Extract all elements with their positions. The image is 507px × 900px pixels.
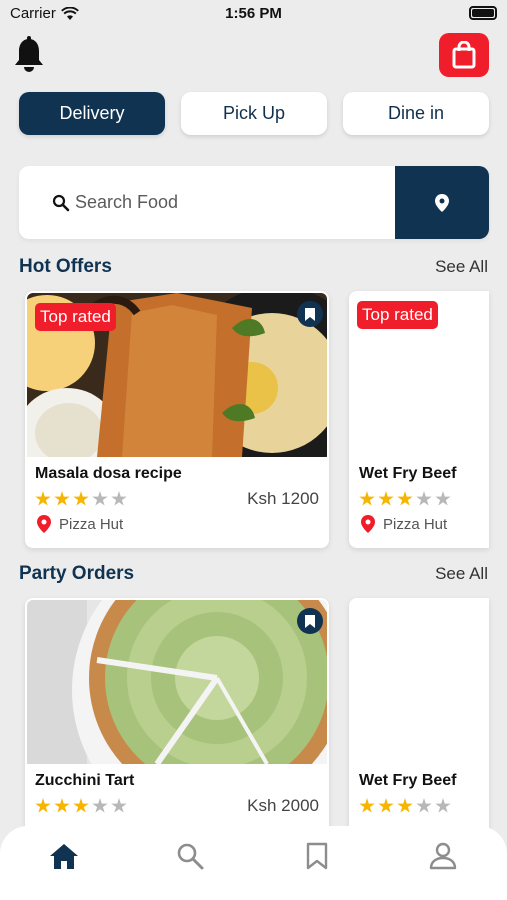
cart-button[interactable] [439,33,489,77]
star-icon [416,798,432,813]
star-icon [92,798,108,813]
bell-icon[interactable] [12,36,46,74]
star-icon [111,491,127,506]
tab-saved[interactable] [297,836,337,876]
tab-home[interactable] [44,836,84,876]
status-bar: Carrier 1:56 PM [0,0,507,28]
search-icon [52,194,70,212]
mode-pickup-button[interactable]: Pick Up [181,92,327,135]
order-mode-selector: Delivery Pick Up Dine in [19,92,489,135]
status-time: 1:56 PM [225,5,282,22]
party-orders-see-all-link[interactable]: See All [435,564,488,584]
battery-icon [469,6,497,20]
star-icon [73,798,89,813]
bottom-tab-bar [0,826,507,900]
location-pin-icon [37,515,51,533]
location-button[interactable] [395,166,489,239]
star-icon [35,798,51,813]
food-card[interactable]: Top rated Wet Fry Beef Pizza Hut [349,291,489,548]
food-name: Wet Fry Beef [359,465,457,482]
restaurant-name: Pizza Hut [383,515,448,533]
star-icon [416,491,432,506]
food-card[interactable]: Top rated Masala dosa recipe Ksh 1200 Pi… [25,291,329,548]
shopping-bag-icon [452,41,476,69]
star-icon [359,798,375,813]
search-input[interactable] [75,166,385,239]
food-price: Ksh 1200 [247,489,319,508]
food-card[interactable]: Wet Fry Beef [349,598,489,855]
star-icon [435,491,451,506]
star-icon [397,798,413,813]
location-pin-icon [435,193,449,212]
zucchini-tart-image [27,600,327,764]
top-rated-badge: Top rated [357,301,438,329]
tab-profile[interactable] [423,836,463,876]
rating-stars [35,491,127,507]
food-name: Zucchini Tart [35,772,135,789]
search-icon [177,843,204,870]
star-icon [35,491,51,506]
bookmark-icon[interactable] [297,608,323,634]
restaurant-name: Pizza Hut [59,515,124,533]
star-icon [378,798,394,813]
location-pin-icon [361,515,375,533]
star-icon [359,491,375,506]
star-icon [435,798,451,813]
star-icon [73,491,89,506]
mode-dine-in-button[interactable]: Dine in [343,92,489,135]
food-card[interactable]: Zucchini Tart Ksh 2000 [25,598,329,855]
top-rated-badge: Top rated [35,303,116,331]
restaurant-label: Pizza Hut [361,515,447,533]
hot-offers-see-all-link[interactable]: See All [435,257,488,277]
star-icon [92,491,108,506]
home-icon [50,844,78,869]
food-name: Masala dosa recipe [35,465,182,482]
restaurant-label: Pizza Hut [37,515,123,533]
hot-offers-title: Hot Offers [19,256,112,277]
masala-dosa-image: Top rated [27,293,327,457]
star-icon [54,491,70,506]
rating-stars [359,491,451,507]
food-name: Wet Fry Beef [359,772,457,789]
tab-search[interactable] [170,836,210,876]
rating-stars [359,798,451,814]
search-bar [19,166,489,239]
rating-stars [35,798,127,814]
bookmark-icon[interactable] [297,301,323,327]
bookmark-icon [306,842,328,870]
food-price: Ksh 2000 [247,796,319,815]
star-icon [54,798,70,813]
profile-icon [429,842,457,870]
party-orders-title: Party Orders [19,563,135,584]
star-icon [378,491,394,506]
star-icon [397,491,413,506]
star-icon [111,798,127,813]
mode-delivery-button[interactable]: Delivery [19,92,165,135]
